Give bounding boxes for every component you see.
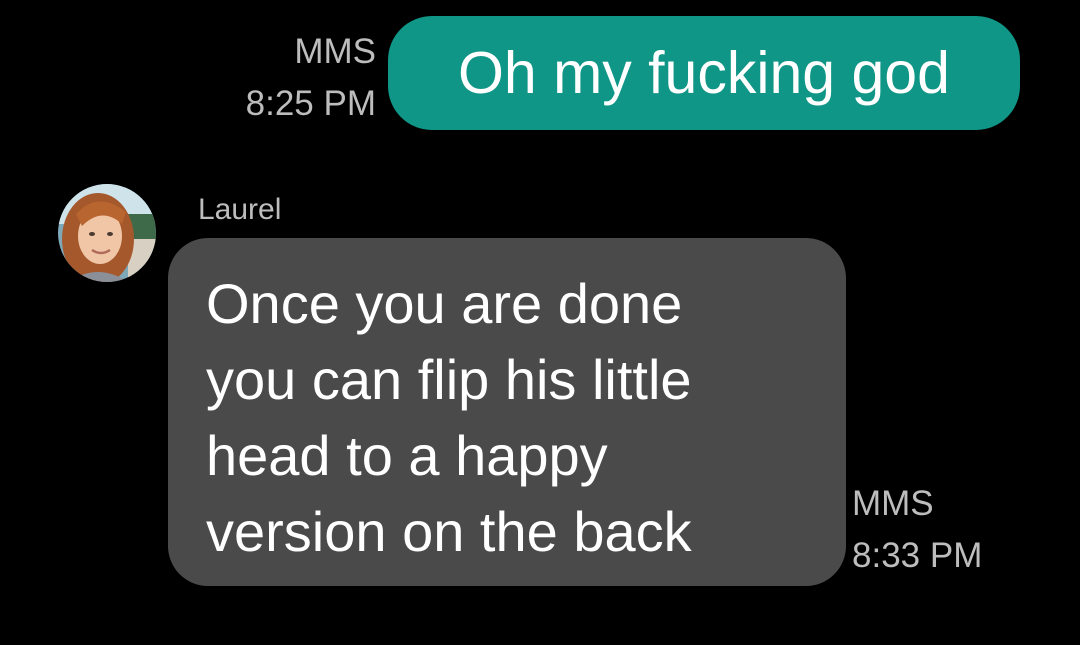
incoming-message-line: head to a happy (206, 424, 608, 487)
incoming-message-line: you can flip his little (206, 348, 692, 411)
incoming-message-bubble[interactable]: Once you are done you can flip his littl… (168, 238, 846, 586)
message-timestamp: 8:33 PM (852, 536, 983, 575)
outgoing-message-meta: MMS 8:25 PM (246, 26, 376, 130)
contact-photo-avatar-icon (58, 184, 156, 282)
outgoing-message-text: Oh my fucking god (458, 40, 950, 106)
incoming-message-line: version on the back (206, 500, 692, 563)
incoming-message-line: Once you are done (206, 272, 683, 335)
message-type-label: MMS (294, 32, 376, 71)
message-type-label: MMS (852, 484, 934, 523)
outgoing-message-bubble[interactable]: Oh my fucking god (388, 16, 1020, 130)
sender-name: Laurel (198, 193, 282, 226)
message-thread: MMS 8:25 PM Oh my fucking god Laurel Onc… (0, 0, 1080, 645)
contact-avatar[interactable] (58, 184, 156, 282)
message-timestamp: 8:25 PM (245, 84, 376, 123)
incoming-message-meta: MMS 8:33 PM (852, 478, 982, 582)
